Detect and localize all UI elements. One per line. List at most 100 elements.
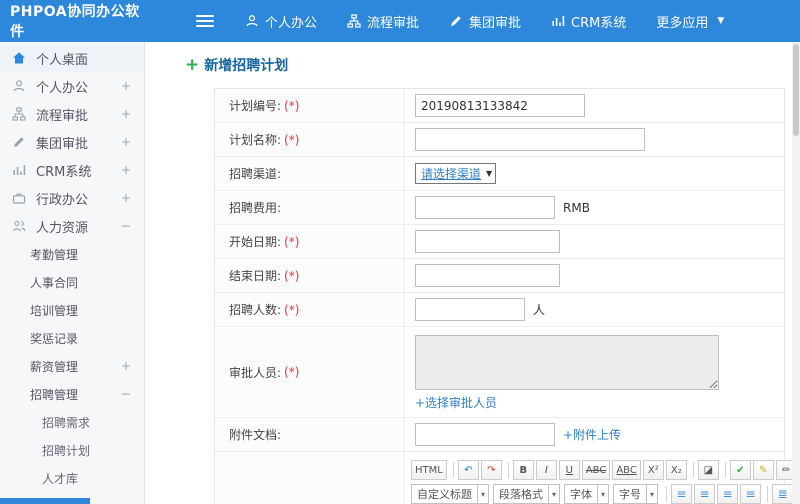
toolbar-separator xyxy=(666,486,668,502)
custom-heading-dropdown[interactable]: 自定义标题 ▾ xyxy=(411,484,490,504)
required-mark: (*) xyxy=(284,234,300,249)
sidebar-item-salary-mgmt[interactable]: 薪资管理 + xyxy=(0,352,144,380)
ordered-list-icon[interactable]: ≣ xyxy=(772,484,794,504)
required-mark: (*) xyxy=(284,268,300,283)
caret-down-icon: ▾ xyxy=(597,485,608,503)
pencil-icon[interactable]: ✎ xyxy=(752,460,774,480)
expand-toggle[interactable]: + xyxy=(121,359,131,373)
toolbar-separator xyxy=(452,462,454,478)
align-justify-icon[interactable]: ≡ xyxy=(740,484,762,504)
nav-label: CRM系统 xyxy=(571,15,627,31)
end-date-input[interactable] xyxy=(415,264,560,287)
align-right-icon[interactable]: ≡ xyxy=(717,484,739,504)
sidebar-item-human-resources[interactable]: 人力资源 − xyxy=(0,212,144,240)
align-left-icon[interactable]: ≡ xyxy=(671,484,693,504)
sidebar-item-training-mgmt[interactable]: 培训管理 xyxy=(0,296,144,324)
select-approvers-link[interactable]: +选择审批人员 xyxy=(415,394,497,411)
expand-toggle[interactable]: + xyxy=(121,79,131,93)
collapse-toggle[interactable]: − xyxy=(121,387,131,401)
paragraph-format-dropdown[interactable]: 段落格式 ▾ xyxy=(493,484,561,504)
unit-suffix: 人 xyxy=(533,303,546,317)
briefcase-icon xyxy=(12,191,28,205)
sidebar-item-talent-pool[interactable]: 人才库 xyxy=(0,464,144,492)
form-row-end-date: 结束日期: (*) xyxy=(215,259,784,293)
sidebar-item-attendance-mgmt[interactable]: 考勤管理 xyxy=(0,240,144,268)
approvers-textarea[interactable] xyxy=(415,335,719,390)
attachment-input[interactable] xyxy=(415,423,555,446)
sidebar-item-recruitment-mgmt[interactable]: 招聘管理 − xyxy=(0,380,144,408)
sidebar-item-label: 人事合同 xyxy=(30,275,79,290)
font-size-dropdown[interactable]: 字号 ▾ xyxy=(613,484,659,504)
channel-select[interactable]: 请选择渠道 ▼ xyxy=(415,163,497,184)
field-cell xyxy=(405,89,784,122)
sidebar-item-recruitment-needs[interactable]: 招聘需求 xyxy=(0,408,144,436)
field-cell: 人 xyxy=(405,293,784,326)
form-row-attachment: 附件文档: +附件上传 xyxy=(215,418,784,452)
sidebar: 个人桌面 个人办公 + 流程审批 + 集团审批 + CRM系统 + 行政办公 +… xyxy=(0,42,145,504)
top-nav: 个人办公 流程审批 集团审批 CRM系统 更多应用 ▼ xyxy=(230,0,739,42)
plan-name-input[interactable] xyxy=(415,128,645,151)
required-mark: (*) xyxy=(284,132,300,147)
field-label: 计划编号: (*) xyxy=(215,89,405,122)
dropdown-label: 自定义标题 xyxy=(417,488,472,501)
strikethrough-button[interactable]: ABC xyxy=(581,460,611,480)
expand-toggle[interactable]: + xyxy=(121,163,131,177)
html-source-button[interactable]: HTML xyxy=(411,460,447,480)
expand-toggle[interactable]: + xyxy=(121,107,131,121)
undo-icon[interactable]: ↶ xyxy=(457,460,479,480)
field-cell: 请选择渠道 ▼ xyxy=(405,157,784,190)
field-label-empty xyxy=(215,452,405,504)
nav-label: 流程审批 xyxy=(367,15,420,31)
sidebar-item-crm-system[interactable]: CRM系统 + xyxy=(0,156,144,184)
plus-icon: + xyxy=(185,54,200,75)
field-label: 计划名称: (*) xyxy=(215,123,405,156)
double-underline-button[interactable]: ABC xyxy=(612,460,641,480)
attachment-upload-link[interactable]: +附件上传 xyxy=(563,426,621,443)
nav-crm-system[interactable]: CRM系统 xyxy=(536,0,641,42)
form-row-channel: 招聘渠道: 请选择渠道 ▼ xyxy=(215,157,784,191)
page-title-text: 新增招聘计划 xyxy=(204,58,289,74)
plan-number-input[interactable] xyxy=(415,94,585,117)
sidebar-item-personnel-contract[interactable]: 人事合同 xyxy=(0,268,144,296)
sidebar-item-workflow-approval[interactable]: 流程审批 + xyxy=(0,100,144,128)
hamburger-menu-icon[interactable] xyxy=(196,12,214,30)
sidebar-item-personal-office[interactable]: 个人办公 + xyxy=(0,72,144,100)
label-text: 招聘渠道: xyxy=(229,167,282,181)
bold-button[interactable]: B xyxy=(512,460,534,480)
sidebar-item-personal-desktop[interactable]: 个人桌面 xyxy=(0,44,144,72)
sidebar-item-label: 流程审批 xyxy=(36,108,89,124)
nav-more-apps[interactable]: 更多应用 ▼ xyxy=(641,0,739,42)
subscript-button[interactable]: X₂ xyxy=(665,460,687,480)
sidebar-item-recruitment-plan[interactable]: 招聘计划 xyxy=(0,436,144,464)
sidebar-item-reward-records[interactable]: 奖惩记录 xyxy=(0,324,144,352)
nav-workflow-approval[interactable]: 流程审批 xyxy=(332,0,434,42)
page-title: + 新增招聘计划 xyxy=(185,55,800,75)
underline-button[interactable]: U xyxy=(558,460,580,480)
field-label: 招聘费用: xyxy=(215,191,405,224)
dropdown-label: 段落格式 xyxy=(499,488,544,501)
collapse-toggle[interactable]: − xyxy=(121,219,131,233)
sidebar-item-label: 个人桌面 xyxy=(36,52,89,68)
select-value: 请选择渠道 xyxy=(421,167,482,181)
superscript-button[interactable]: X² xyxy=(642,460,664,480)
sidebar-item-label: 培训管理 xyxy=(30,303,79,318)
redo-icon[interactable]: ↷ xyxy=(480,460,502,480)
expand-toggle[interactable]: + xyxy=(121,135,131,149)
expand-toggle[interactable]: + xyxy=(121,191,131,205)
nav-group-approval[interactable]: 集团审批 xyxy=(434,0,536,42)
cost-input[interactable] xyxy=(415,196,555,219)
start-date-input[interactable] xyxy=(415,230,560,253)
headcount-input[interactable] xyxy=(415,298,525,321)
eraser-icon[interactable]: ◪ xyxy=(697,460,719,480)
toolbar-separator xyxy=(692,462,694,478)
chart-icon xyxy=(551,14,565,28)
font-family-dropdown[interactable]: 字体 ▾ xyxy=(564,484,610,504)
italic-button[interactable]: I xyxy=(535,460,557,480)
nav-personal-office[interactable]: 个人办公 xyxy=(230,0,332,42)
spellcheck-icon[interactable]: ✔ xyxy=(729,460,751,480)
sidebar-item-admin-office[interactable]: 行政办公 + xyxy=(0,184,144,212)
vertical-scrollbar-track xyxy=(792,42,800,504)
vertical-scrollbar-thumb[interactable] xyxy=(793,44,799,136)
sidebar-item-group-approval[interactable]: 集团审批 + xyxy=(0,128,144,156)
align-center-icon[interactable]: ≡ xyxy=(694,484,716,504)
